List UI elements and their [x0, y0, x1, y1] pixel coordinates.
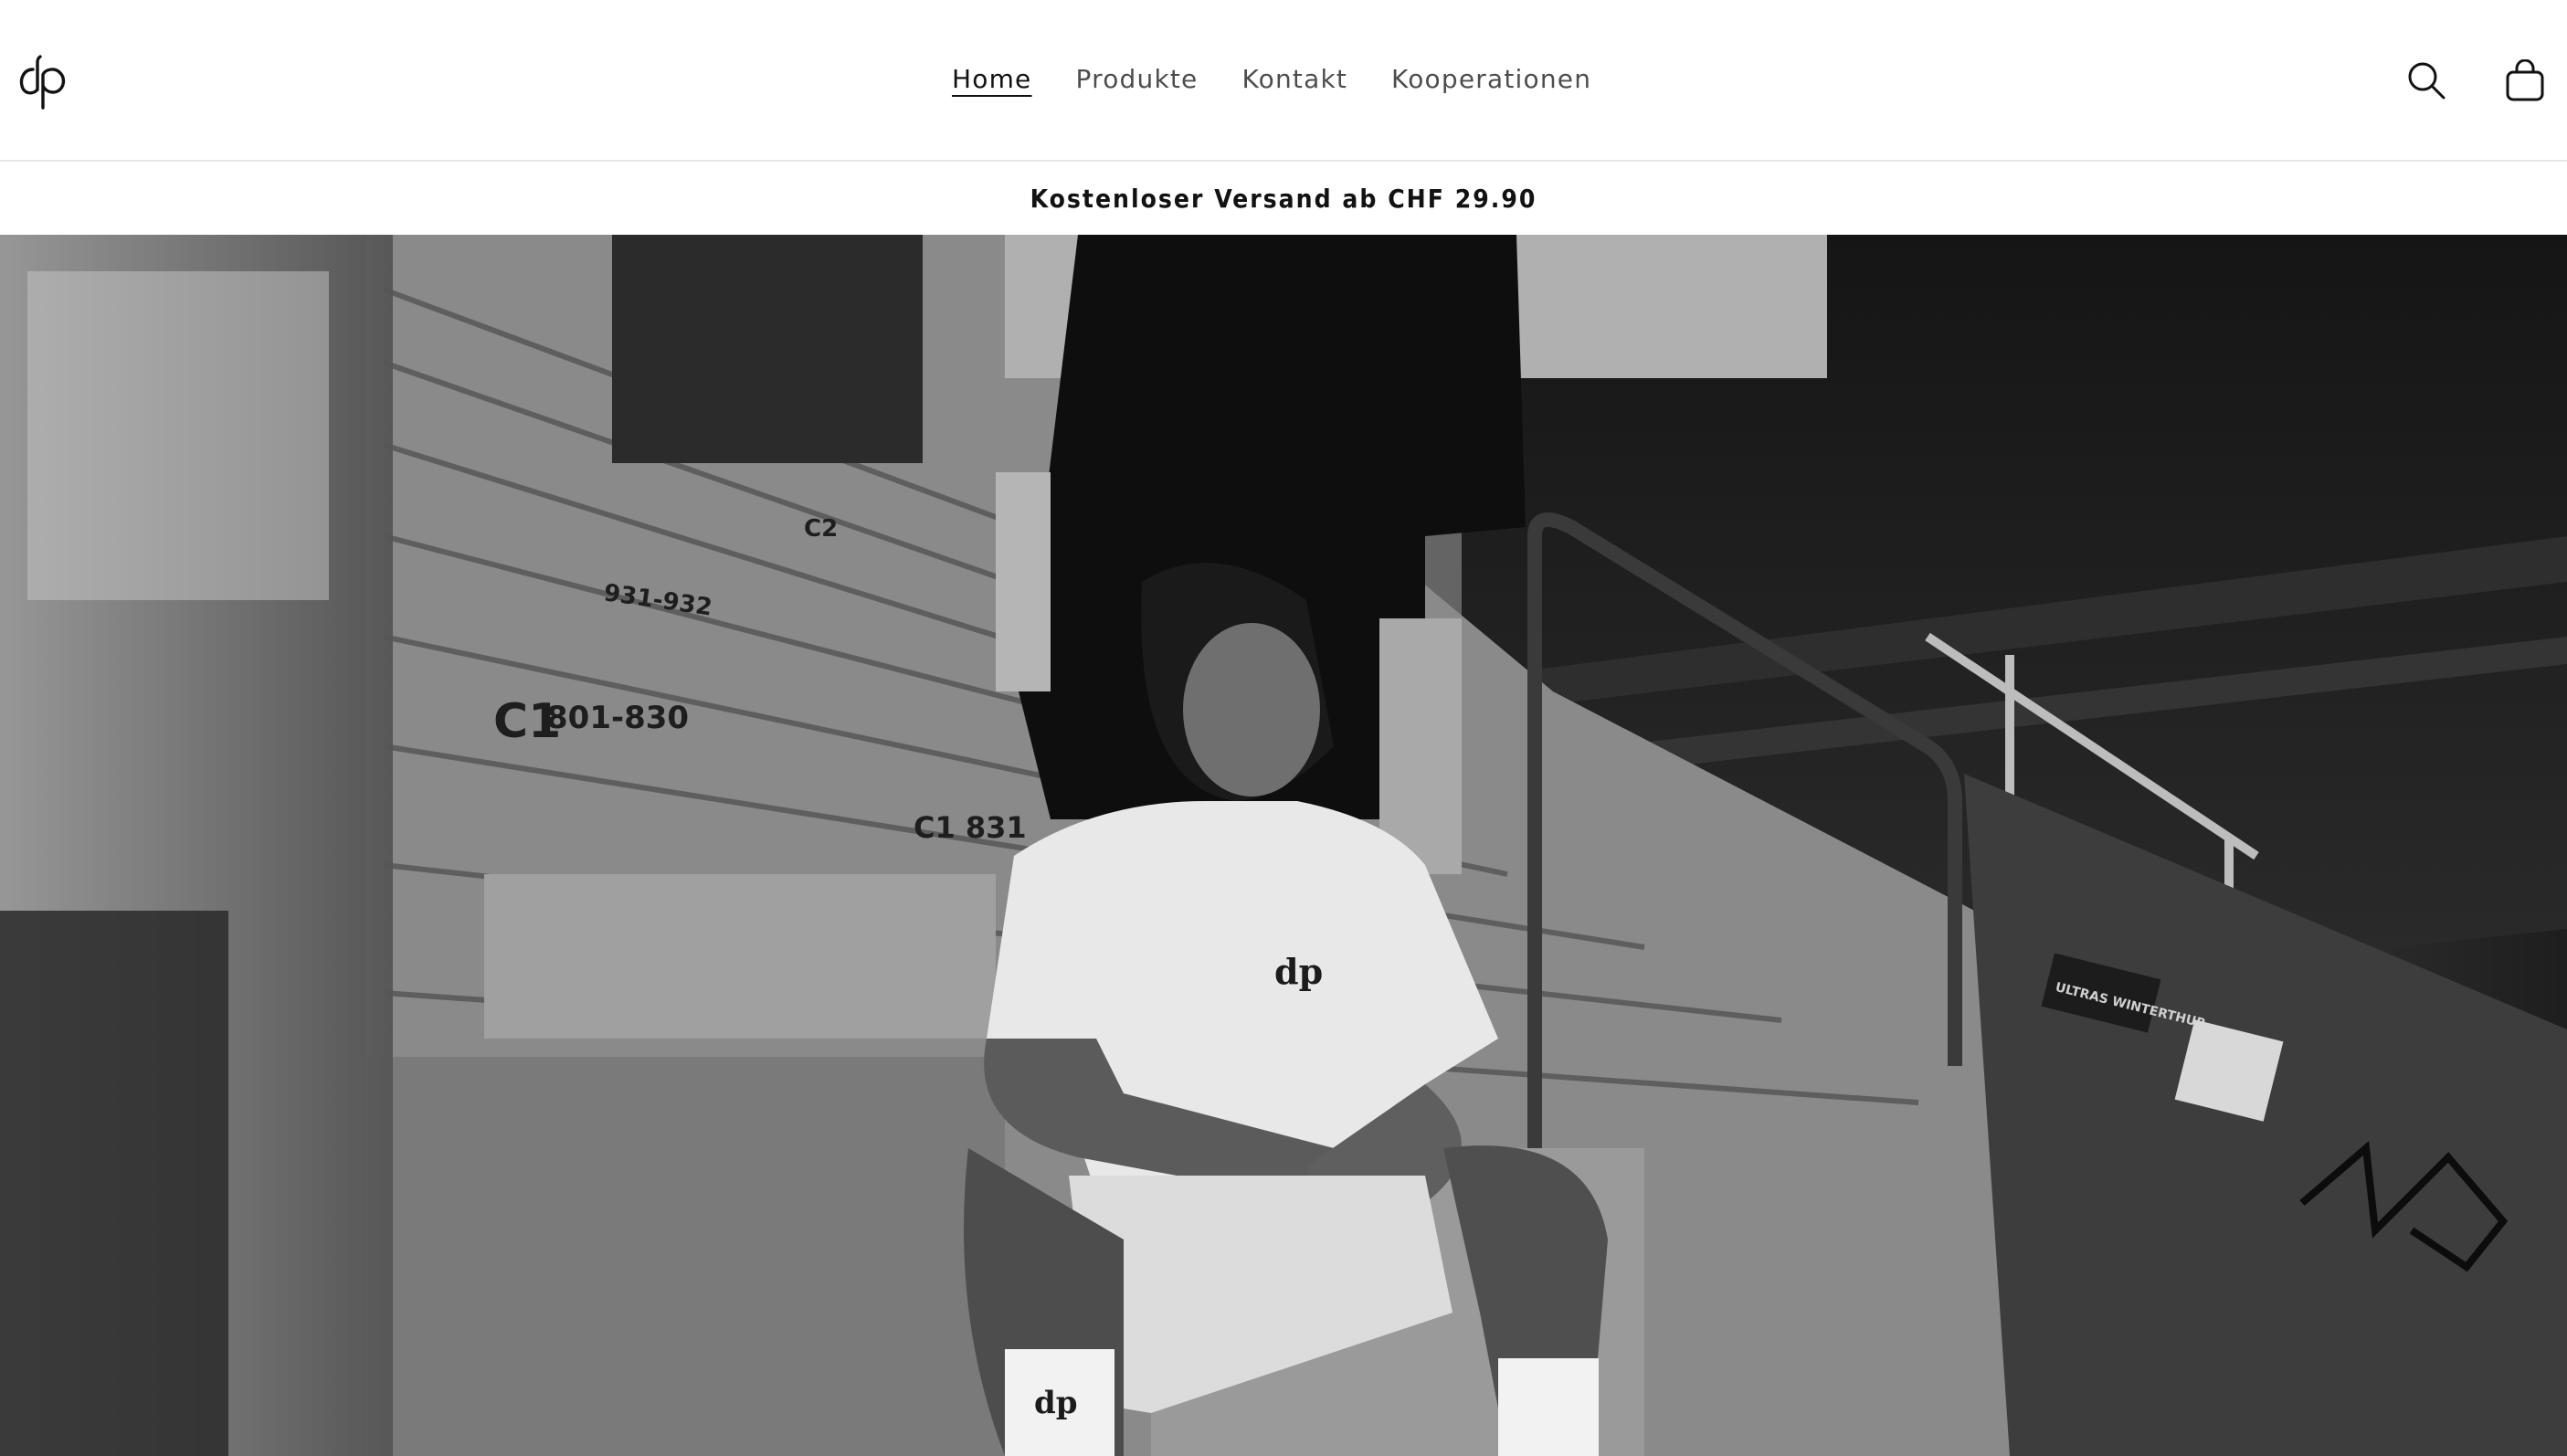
svg-text:C2: C2 [804, 515, 838, 543]
svg-text:dp: dp [1034, 1385, 1078, 1421]
announcement-bar: Kostenloser Versand ab CHF 29.90 [0, 162, 2567, 235]
main-nav: Home Produkte Kontakt Kooperationen [952, 57, 1591, 102]
nav-produkte[interactable]: Produkte [1076, 57, 1199, 102]
logo[interactable] [15, 51, 75, 111]
hero-image: C1 801-830 931-932 C1 831 C2 ULTRAS WINT… [0, 235, 2567, 1456]
nav-home[interactable]: Home [952, 57, 1032, 102]
svg-text:C1 831: C1 831 [914, 810, 1027, 845]
cart-button[interactable] [2499, 55, 2551, 106]
search-button[interactable] [2401, 55, 2452, 106]
site-header: Home Produkte Kontakt Kooperationen [0, 0, 2567, 162]
svg-text:801-830: 801-830 [546, 700, 689, 736]
svg-text:dp: dp [1274, 951, 1323, 992]
nav-kontakt[interactable]: Kontakt [1241, 57, 1347, 102]
search-icon [2408, 62, 2446, 100]
hero-banner: C1 801-830 931-932 C1 831 C2 ULTRAS WINT… [0, 235, 2567, 1456]
announcement-text: Kostenloser Versand ab CHF 29.90 [1030, 183, 1537, 214]
logo-icon [19, 55, 66, 110]
cart-icon [2506, 59, 2544, 101]
nav-kooperationen[interactable]: Kooperationen [1391, 57, 1591, 102]
